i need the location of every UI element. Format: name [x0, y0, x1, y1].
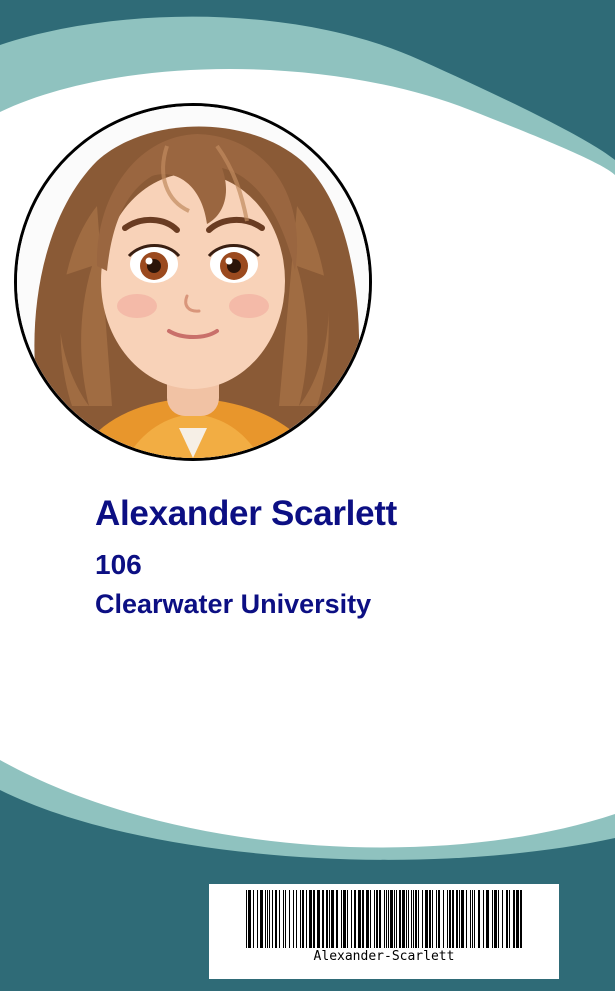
barcode-bar — [506, 890, 508, 948]
barcode-bar — [474, 890, 475, 948]
barcode-bar — [483, 890, 484, 948]
barcode-bar — [438, 890, 440, 948]
barcode-bar — [402, 890, 405, 948]
barcode-bar — [358, 890, 361, 948]
barcode-bar — [309, 890, 312, 948]
barcode-bar — [436, 890, 437, 948]
profile-photo — [14, 103, 372, 461]
barcode-bar — [425, 890, 428, 948]
barcode-bar — [351, 890, 352, 948]
barcode-bar — [283, 890, 284, 948]
barcode-bar — [386, 890, 387, 948]
barcode-bar — [257, 890, 258, 948]
barcode-bar — [415, 890, 417, 948]
barcode-bar — [246, 890, 247, 948]
profile-portrait-illustration — [17, 106, 369, 458]
barcode-bar — [374, 890, 375, 948]
barcode-bar — [418, 890, 419, 948]
barcode-bar — [326, 890, 328, 948]
barcode-bar — [343, 890, 346, 948]
barcode-bar — [520, 890, 522, 948]
barcode-bar — [306, 890, 307, 948]
barcode-bar — [472, 890, 473, 948]
barcode-bar — [370, 890, 371, 948]
barcode-bar — [347, 890, 348, 948]
barcode-bar — [408, 890, 409, 948]
barcode-bar — [492, 890, 493, 948]
barcode-bar — [459, 890, 460, 948]
barcode-bar — [456, 890, 458, 948]
barcode-bar — [293, 890, 294, 948]
barcode-bar — [486, 890, 489, 948]
barcode-bar — [384, 890, 385, 948]
barcode-bar — [313, 890, 315, 948]
barcode-bar — [317, 890, 320, 948]
barcode-bar — [502, 890, 503, 948]
institution-name: Clearwater University — [95, 589, 372, 619]
barcode-bar — [362, 890, 364, 948]
id-number: 106 — [95, 549, 142, 580]
barcode-bar — [272, 890, 273, 948]
barcode-bar — [300, 890, 301, 948]
barcode-bar — [248, 890, 251, 948]
barcode-bar — [411, 890, 412, 948]
barcode-bars — [246, 890, 522, 948]
barcode-bar — [470, 890, 471, 948]
barcode-bar — [494, 890, 497, 948]
barcode-bar — [406, 890, 407, 948]
barcode-bar — [513, 890, 515, 948]
barcode-bar — [354, 890, 356, 948]
barcode-bar — [413, 890, 414, 948]
barcode-bar — [429, 890, 431, 948]
barcode-bar — [260, 890, 263, 948]
barcode-bar — [269, 890, 270, 948]
barcode-bar — [289, 890, 290, 948]
barcode-bar — [336, 890, 338, 948]
barcode-bar — [331, 890, 334, 948]
barcode-bar — [379, 890, 381, 948]
barcode-bar — [388, 890, 389, 948]
barcode-bar — [443, 890, 444, 948]
barcode-bar — [366, 890, 369, 948]
barcode-bar — [478, 890, 480, 948]
barcode-bar — [296, 890, 297, 948]
barcode-bar — [498, 890, 499, 948]
barcode-bar — [394, 890, 395, 948]
barcode-bar — [302, 890, 304, 948]
barcode-bar — [447, 890, 448, 948]
barcode-bar — [509, 890, 510, 948]
barcode-bar — [390, 890, 393, 948]
barcode-bar — [341, 890, 342, 948]
barcode-bar — [399, 890, 401, 948]
barcode-bar — [285, 890, 286, 948]
barcode-bar — [279, 890, 280, 948]
holder-name: Alexander Scarlett — [95, 494, 397, 533]
barcode-bar — [275, 890, 277, 948]
barcode-bar — [452, 890, 454, 948]
barcode-bar — [396, 890, 397, 948]
barcode-bar — [376, 890, 378, 948]
barcode-bar — [267, 890, 268, 948]
barcode-bar — [422, 890, 423, 948]
id-card: Alexander Scarlett 106 Clearwater Univer… — [0, 0, 615, 991]
barcode-bar — [322, 890, 324, 948]
barcode-bar — [329, 890, 330, 948]
barcode-label: Alexander-Scarlett — [313, 949, 455, 964]
barcode-bar — [265, 890, 266, 948]
barcode-bar — [432, 890, 433, 948]
barcode-bar — [461, 890, 464, 948]
barcode-bar — [466, 890, 467, 948]
barcode-bar — [253, 890, 254, 948]
barcode: Alexander-Scarlett — [209, 884, 559, 979]
barcode-bar — [516, 890, 519, 948]
barcode-bar — [449, 890, 451, 948]
